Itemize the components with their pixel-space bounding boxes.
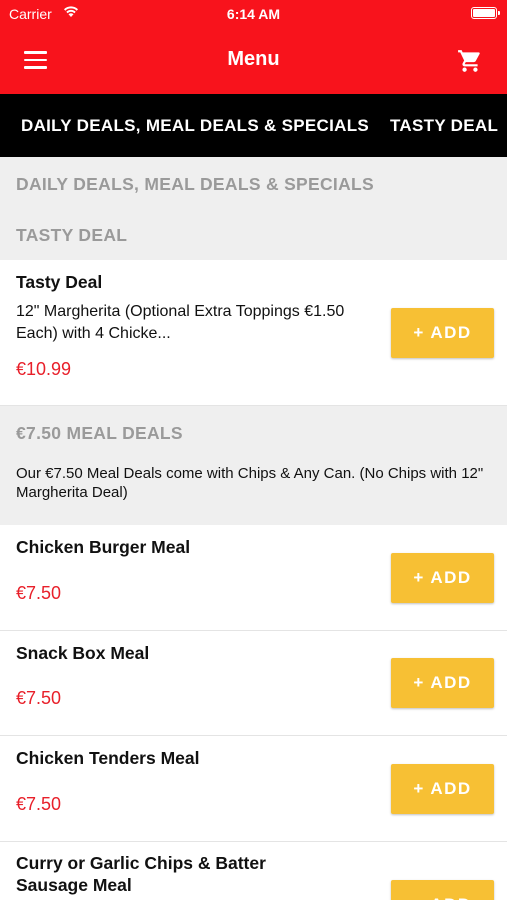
item-price: €7.50	[16, 583, 62, 603]
section-description: Our €7.50 Meal Deals come with Chips & A…	[16, 465, 484, 501]
tab-daily-deals[interactable]: DAILY DEALS, MEAL DEALS & SPECIALS	[21, 116, 369, 136]
category-tab-bar: DAILY DEALS, MEAL DEALS & SPECIALS TASTY…	[0, 94, 507, 157]
item-price: €7.50	[16, 688, 62, 708]
item-name: Chicken Burger Meal	[16, 537, 191, 557]
add-button[interactable]: + ADD	[391, 764, 494, 814]
item-name: Chicken Tenders Meal	[16, 748, 200, 768]
add-button[interactable]: + ADD	[391, 553, 494, 603]
add-button[interactable]: + ADD	[391, 880, 494, 900]
item-price: €7.50	[16, 794, 62, 814]
menu-item-snack-box-meal[interactable]: Snack Box Meal €7.50 + ADD	[0, 631, 507, 736]
section-title: €7.50 MEAL DEALS	[16, 423, 183, 443]
clock: 6:14 AM	[226, 6, 281, 22]
menu-item-chicken-burger-meal[interactable]: Chicken Burger Meal €7.50 + ADD	[0, 525, 507, 631]
section-title: TASTY DEAL	[16, 225, 128, 245]
cart-icon[interactable]	[457, 48, 483, 74]
nav-bar: Menu	[0, 28, 507, 94]
battery-icon	[471, 7, 500, 19]
menu-item-curry-garlic-chips-meal[interactable]: Curry or Garlic Chips & Batter Sausage M…	[0, 842, 507, 900]
status-bar: Carrier 6:14 AM	[0, 0, 507, 28]
item-name: Tasty Deal	[16, 272, 103, 292]
section-header-meal-deals: €7.50 MEAL DEALS Our €7.50 Meal Deals co…	[0, 406, 507, 525]
item-name: Snack Box Meal	[16, 643, 150, 663]
item-description: 12" Margherita (Optional Extra Toppings …	[16, 303, 345, 342]
page-title: Menu	[227, 48, 280, 70]
add-button[interactable]: + ADD	[391, 308, 494, 358]
menu-item-tasty-deal[interactable]: Tasty Deal 12" Margherita (Optional Extr…	[0, 260, 507, 406]
section-title: DAILY DEALS, MEAL DEALS & SPECIALS	[16, 174, 374, 194]
item-name: Curry or Garlic Chips & Batter Sausage M…	[16, 853, 266, 895]
section-header-daily-deals: DAILY DEALS, MEAL DEALS & SPECIALS TASTY…	[0, 157, 507, 260]
menu-item-chicken-tenders-meal[interactable]: Chicken Tenders Meal €7.50 + ADD	[0, 736, 507, 842]
tab-tasty-deal[interactable]: TASTY DEAL	[390, 116, 498, 136]
item-price: €10.99	[16, 359, 72, 379]
add-button[interactable]: + ADD	[391, 658, 494, 708]
